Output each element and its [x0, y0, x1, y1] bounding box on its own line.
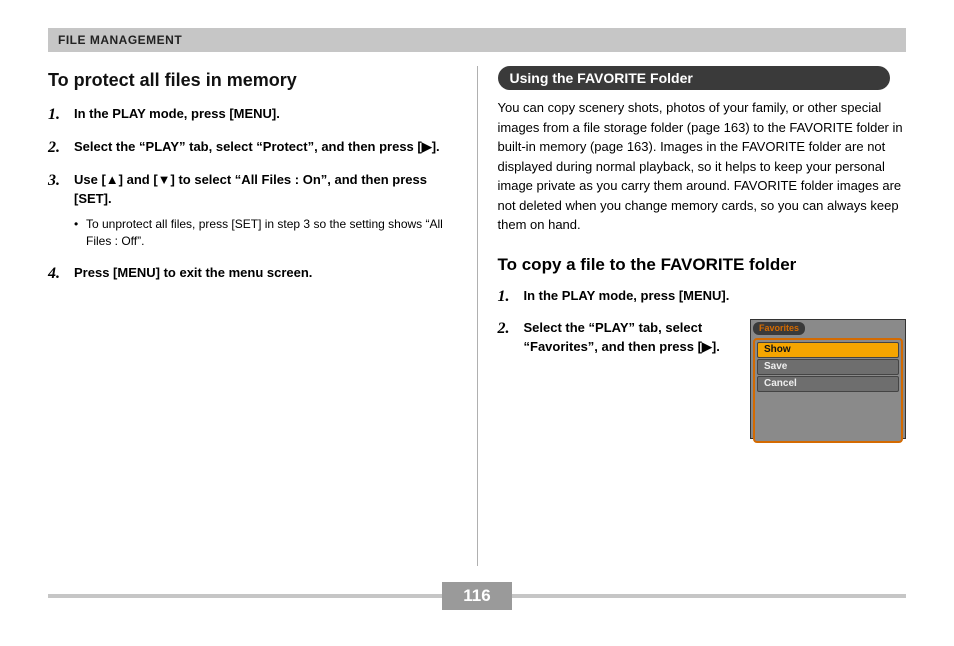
step-text: Use [▲] and [▼] to select “All Files : O…	[74, 172, 427, 206]
menu-item-save: Save	[757, 359, 899, 375]
manual-page: FILE MANAGEMENT To protect all files in …	[0, 0, 954, 646]
step-text: Press [MENU] to exit the menu screen.	[74, 265, 312, 280]
left-column: To protect all files in memory In the PL…	[48, 66, 477, 566]
left-steps-list: In the PLAY mode, press [MENU]. Select t…	[48, 105, 457, 283]
pill-heading: Using the FAVORITE Folder	[498, 66, 890, 90]
step-note: To unprotect all files, press [SET] in s…	[74, 216, 457, 250]
left-step-1: In the PLAY mode, press [MENU].	[48, 105, 457, 124]
section-header: FILE MANAGEMENT	[48, 28, 906, 52]
menu-title: Favorites	[753, 322, 805, 335]
right-column: Using the FAVORITE Folder You can copy s…	[478, 66, 907, 566]
camera-menu-screenshot: Favorites Show Save Cancel	[750, 319, 906, 439]
step-text: Select the “PLAY” tab, select “Protect”,…	[74, 139, 440, 154]
right-step-1: In the PLAY mode, press [MENU].	[498, 287, 907, 306]
two-column-layout: To protect all files in memory In the PL…	[48, 66, 906, 566]
right-step-2: Select the “PLAY” tab, select “Favorites…	[498, 319, 907, 439]
left-step-2: Select the “PLAY” tab, select “Protect”,…	[48, 138, 457, 157]
footer-bar-left	[48, 594, 442, 598]
footer-bar-right	[512, 594, 906, 598]
favorite-folder-description: You can copy scenery shots, photos of yo…	[498, 98, 907, 235]
menu-item-cancel: Cancel	[757, 376, 899, 392]
page-footer: 116	[48, 582, 906, 610]
menu-item-show: Show	[757, 342, 899, 358]
step-text: Select the “PLAY” tab, select “Favorites…	[524, 320, 720, 354]
right-steps-list: In the PLAY mode, press [MENU]. Select t…	[498, 287, 907, 440]
step-text: In the PLAY mode, press [MENU].	[74, 106, 280, 121]
page-number: 116	[442, 582, 512, 610]
left-step-4: Press [MENU] to exit the menu screen.	[48, 264, 457, 283]
menu-empty-area	[757, 393, 899, 439]
menu-body: Show Save Cancel	[753, 338, 903, 443]
step-text: In the PLAY mode, press [MENU].	[524, 288, 730, 303]
right-subtitle: To copy a file to the FAVORITE folder	[498, 255, 907, 275]
left-title: To protect all files in memory	[48, 70, 457, 91]
left-step-3: Use [▲] and [▼] to select “All Files : O…	[48, 171, 457, 250]
